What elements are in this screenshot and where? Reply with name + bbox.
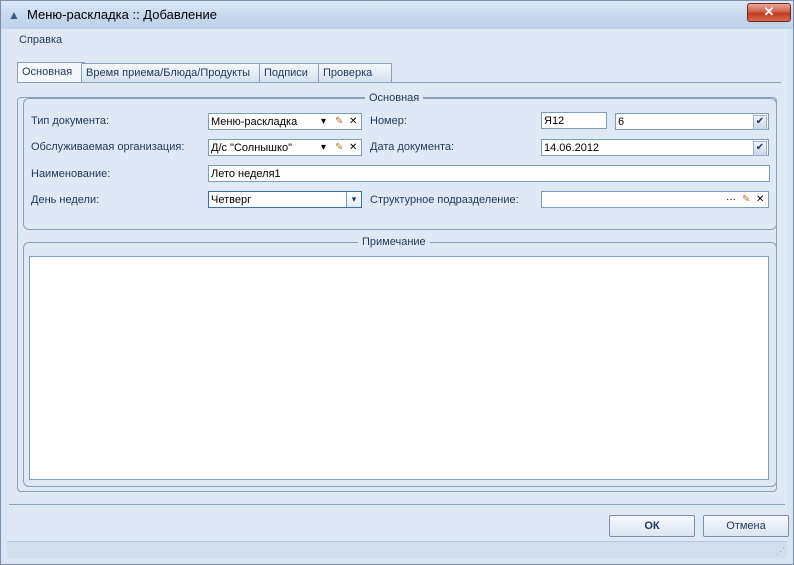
weekday-value: Четверг <box>211 194 252 206</box>
clear-icon[interactable]: ✕ <box>349 140 357 156</box>
doc-type-label: Тип документа: <box>31 115 110 127</box>
number-prefix: Я12 <box>544 115 565 127</box>
org-label: Обслуживаемая организация: <box>31 141 185 153</box>
app-icon: ▲ <box>8 8 20 22</box>
weekday-label: День недели: <box>31 194 100 206</box>
check-icon[interactable]: ✔ <box>753 115 767 130</box>
doc-type-combo[interactable]: Меню-раскладка ▾ ✎ ✕ <box>208 113 362 130</box>
doc-date-picker[interactable]: 14.06.2012 ✔ <box>541 139 769 156</box>
note-textarea[interactable] <box>29 256 769 480</box>
note-group-title: Примечание <box>358 236 430 248</box>
weekday-select[interactable]: Четверг ▾ <box>208 191 362 208</box>
title-bar[interactable]: ▲ Меню-раскладка :: Добавление ✕ <box>1 1 793 29</box>
resize-grip-icon[interactable]: ⋰ <box>776 546 785 557</box>
dialog-window: ▲ Меню-раскладка :: Добавление ✕ Справка… <box>0 0 794 565</box>
tab-divider <box>17 82 781 83</box>
name-input[interactable]: Лето неделя1 <box>208 165 770 182</box>
tab-meal-times[interactable]: Время приема/Блюда/Продукты <box>81 63 265 82</box>
name-label: Наименование: <box>31 168 111 180</box>
number-value: 6 <box>618 116 625 128</box>
name-value: Лето неделя1 <box>211 168 281 180</box>
doc-type-value: Меню-раскладка <box>211 116 298 128</box>
dropdown-icon[interactable]: ▾ <box>321 114 326 130</box>
tab-main[interactable]: Основная <box>17 62 85 83</box>
main-group-title: Основная <box>365 92 424 104</box>
check-icon[interactable]: ✔ <box>753 141 767 156</box>
org-value: Д/с "Солнышко" <box>211 142 292 154</box>
clear-icon[interactable]: ✕ <box>756 192 764 208</box>
pin-icon[interactable]: ✎ <box>335 114 343 130</box>
clear-icon[interactable]: ✕ <box>349 114 357 130</box>
doc-date-label: Дата документа: <box>370 141 455 153</box>
chevron-down-icon[interactable]: ▾ <box>346 192 361 207</box>
org-combo[interactable]: Д/с "Солнышко" ▾ ✎ ✕ <box>208 139 362 156</box>
dropdown-icon[interactable]: ▾ <box>321 140 326 156</box>
number-input[interactable]: 6 ✔ <box>615 113 769 130</box>
subdivision-combo[interactable]: ··· ✎ ✕ <box>541 191 769 208</box>
subdivision-label: Структурное подразделение: <box>370 194 519 206</box>
cancel-button[interactable]: Отмена <box>703 515 789 537</box>
window-title: Меню-раскладка :: Добавление <box>27 7 217 22</box>
tab-signatures[interactable]: Подписи <box>259 63 319 82</box>
close-button[interactable]: ✕ <box>747 3 791 22</box>
dialog-content: Справка Основная Время приема/Блюда/Прод… <box>7 29 789 558</box>
pin-icon[interactable]: ✎ <box>335 140 343 156</box>
ellipsis-icon[interactable]: ··· <box>726 192 736 208</box>
status-bar: ⋰ <box>7 541 787 558</box>
pin-icon[interactable]: ✎ <box>742 192 750 208</box>
doc-date-value: 14.06.2012 <box>544 142 600 154</box>
menu-help[interactable]: Справка <box>19 34 62 46</box>
ok-button[interactable]: ОК <box>609 515 695 537</box>
number-label: Номер: <box>370 115 407 127</box>
footer-divider <box>9 504 785 505</box>
number-prefix-field: Я12 <box>541 112 607 129</box>
tab-check[interactable]: Проверка <box>318 63 392 82</box>
